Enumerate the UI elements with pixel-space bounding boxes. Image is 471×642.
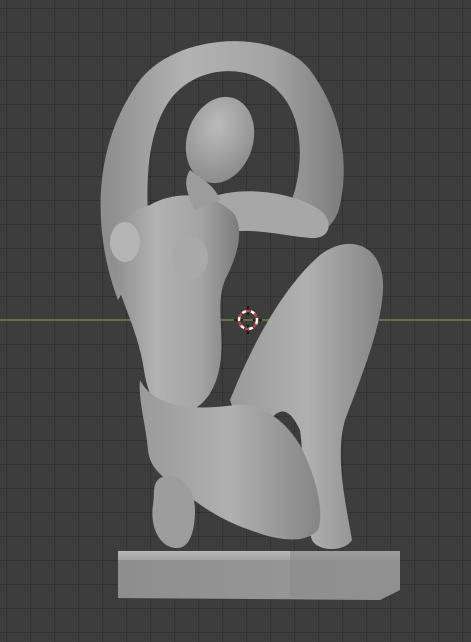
sculpture-base: [118, 551, 400, 600]
3d-viewport[interactable]: [0, 0, 471, 642]
sculpture-breast-left: [110, 222, 140, 262]
viewport-canvas[interactable]: [0, 0, 471, 642]
sculpture-breast-right: [172, 236, 208, 280]
